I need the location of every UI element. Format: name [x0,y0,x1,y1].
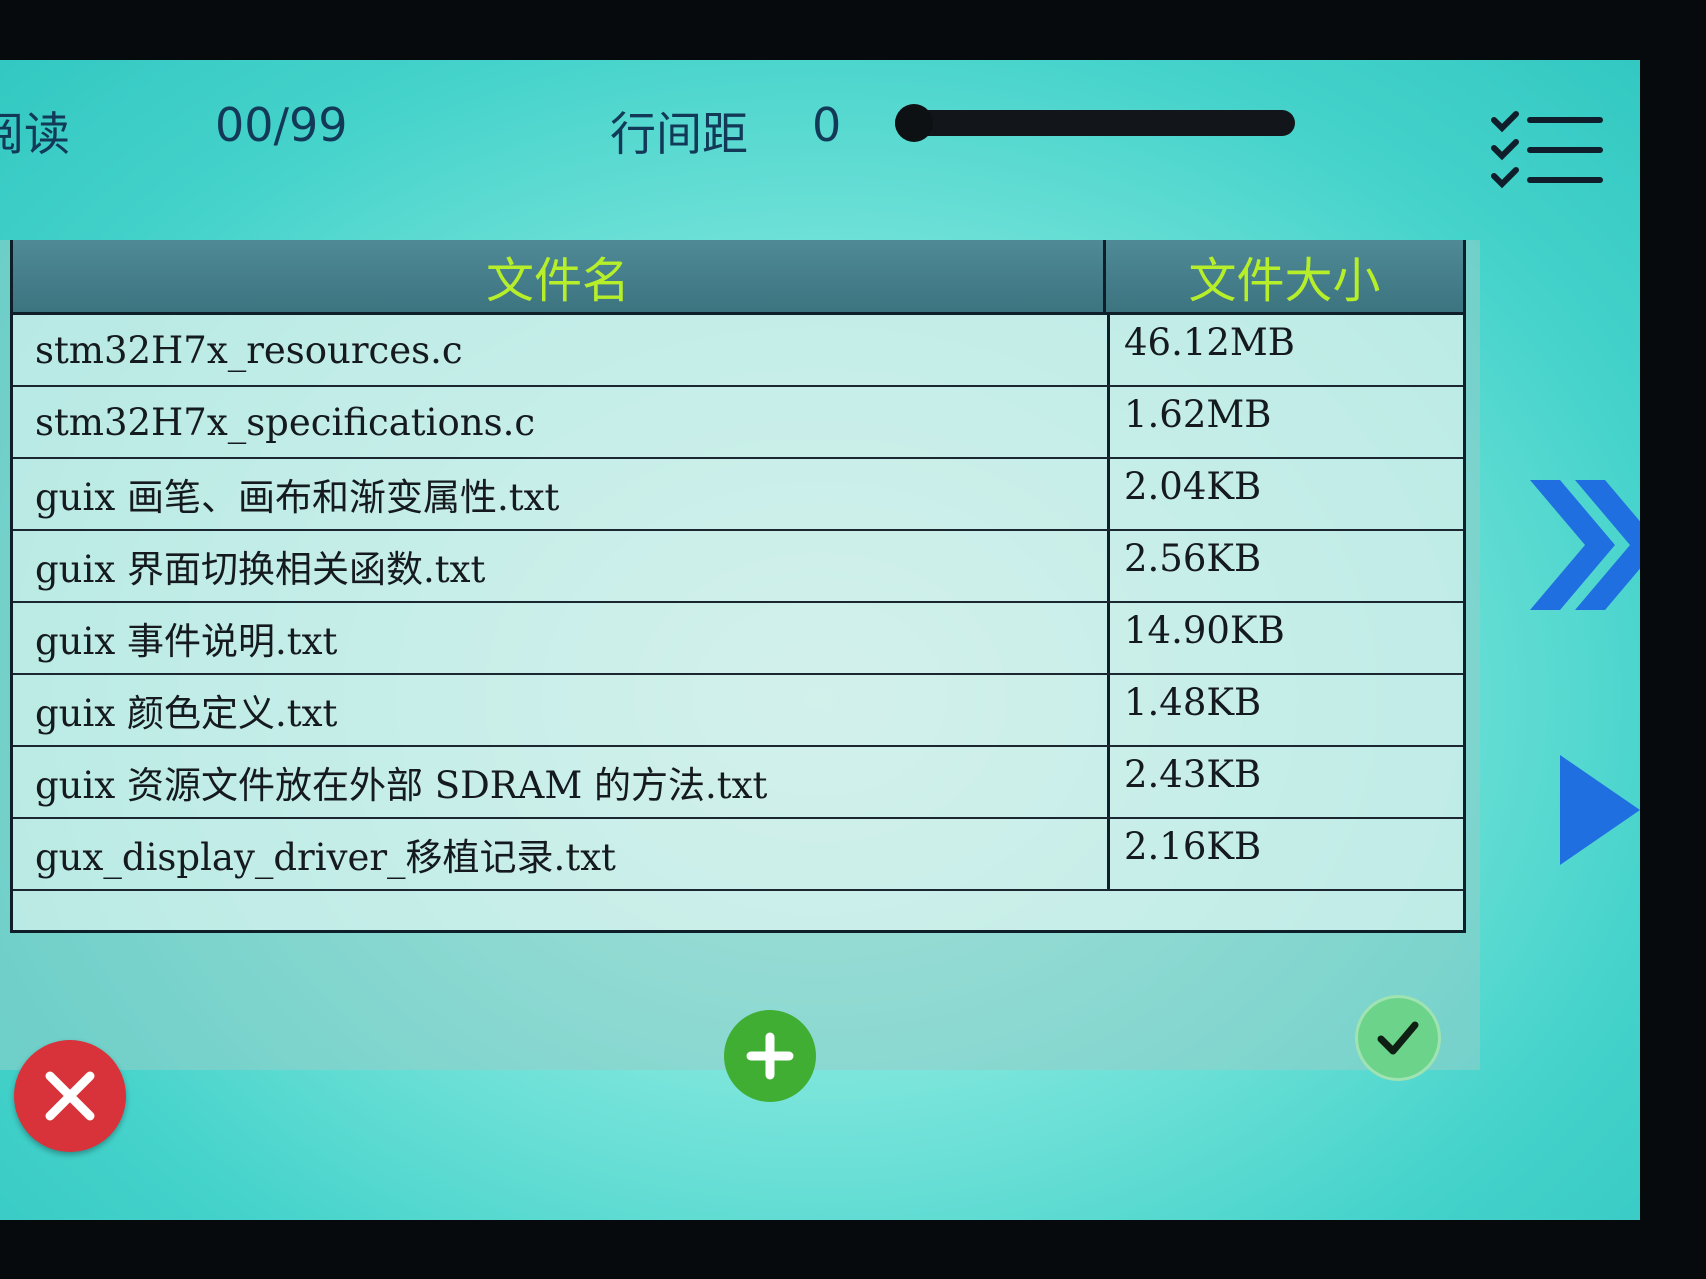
checklist-icon[interactable] [1488,110,1608,200]
file-name: guix 颜色定义.txt [13,675,1110,745]
page-counter: 00/99 [215,98,348,152]
column-header-filesize: 文件大小 [1188,253,1381,309]
device-screen: 阅读 00/99 行间距 0 文件名 文件大小 stm32H7x_resourc… [0,60,1640,1220]
file-name: stm32H7x_specifications.c [13,387,1110,457]
file-name: stm32H7x_resources.c [13,315,1110,385]
table-row[interactable]: gux_display_driver_移植记录.txt 2.16KB [13,819,1463,891]
file-name: guix 界面切换相关函数.txt [13,531,1110,601]
line-spacing-slider[interactable] [895,104,1295,142]
file-name: gux_display_driver_移植记录.txt [13,819,1110,889]
plus-icon [746,1032,794,1080]
skip-to-end-icon[interactable] [1560,750,1640,870]
file-size: 2.43KB [1124,753,1262,796]
slider-knob[interactable] [895,104,933,142]
file-size: 2.56KB [1124,537,1262,580]
close-icon [45,1071,95,1121]
table-row[interactable]: guix 画笔、画布和渐变属性.txt 2.04KB [13,459,1463,531]
table-row[interactable]: guix 颜色定义.txt 1.48KB [13,675,1463,747]
file-size: 2.16KB [1124,825,1262,868]
top-bar: 阅读 00/99 行间距 0 [0,80,1640,190]
table-row[interactable]: guix 资源文件放在外部 SDRAM 的方法.txt 2.43KB [13,747,1463,819]
file-name: guix 画笔、画布和渐变属性.txt [13,459,1110,529]
table-row[interactable]: stm32H7x_specifications.c 1.62MB [13,387,1463,459]
file-size: 46.12MB [1124,321,1295,364]
file-name: guix 事件说明.txt [13,603,1110,673]
mode-label: 阅读 [0,107,70,161]
file-name: guix 资源文件放在外部 SDRAM 的方法.txt [13,747,1110,817]
file-size: 2.04KB [1124,465,1262,508]
column-header-filename: 文件名 [13,240,1106,312]
table-row[interactable]: guix 界面切换相关函数.txt 2.56KB [13,531,1463,603]
table-row[interactable]: stm32H7x_resources.c 46.12MB [13,315,1463,387]
file-size: 1.62MB [1124,393,1272,436]
file-dialog: 文件名 文件大小 stm32H7x_resources.c 46.12MB st… [0,240,1480,1152]
line-spacing-value: 0 [812,98,842,152]
file-table: 文件名 文件大小 stm32H7x_resources.c 46.12MB st… [10,240,1466,933]
table-header: 文件名 文件大小 [13,240,1463,315]
cancel-button[interactable] [14,1040,126,1152]
file-size: 14.90KB [1124,609,1285,652]
table-row[interactable]: guix 事件说明.txt 14.90KB [13,603,1463,675]
add-button[interactable] [724,1010,816,1102]
confirm-button[interactable] [1355,995,1441,1081]
line-spacing-label: 行间距 [610,107,748,161]
double-chevron-right-icon[interactable] [1530,470,1640,620]
file-size: 1.48KB [1124,681,1262,724]
check-icon [1377,1021,1419,1055]
